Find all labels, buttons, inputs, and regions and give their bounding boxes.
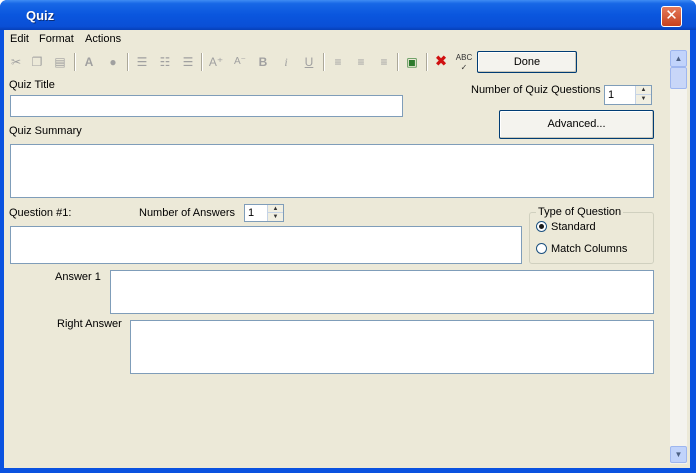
color-icon[interactable]: ● <box>104 53 122 71</box>
scroll-down-icon[interactable]: ▼ <box>670 446 687 463</box>
right-answer-label: Right Answer <box>57 318 122 330</box>
radio-match-columns-label[interactable]: Match Columns <box>551 243 627 255</box>
spellcheck-icon[interactable]: ABC ✓ <box>455 53 473 72</box>
delete-icon[interactable]: ✖ <box>432 53 450 71</box>
done-button[interactable]: Done <box>477 51 577 73</box>
num-answers-stepper[interactable]: 1 ▲ ▼ <box>244 204 284 222</box>
menu-edit[interactable]: Edit <box>10 33 29 45</box>
toolbar-separator <box>127 53 129 71</box>
question-input[interactable] <box>10 226 522 264</box>
menu-bar: Edit Format Actions <box>4 30 690 49</box>
scroll-up-icon[interactable]: ▲ <box>670 50 687 67</box>
quiz-title-label: Quiz Title <box>9 79 55 91</box>
radio-match-columns[interactable] <box>536 243 547 254</box>
toolbar-separator <box>397 53 399 71</box>
paste-icon[interactable]: ▤ <box>51 53 69 71</box>
quiz-window: Quiz ✕ Edit Format Actions ✂ ❐ ▤ A ● ☰ ☷… <box>0 0 696 473</box>
scroll-thumb[interactable] <box>670 67 687 89</box>
num-questions-stepper[interactable]: 1 ▲ ▼ <box>604 85 652 105</box>
num-questions-label: Number of Quiz Questions <box>471 84 601 96</box>
quiz-summary-label: Quiz Summary <box>9 125 82 137</box>
cut-icon[interactable]: ✂ <box>7 53 25 71</box>
right-answer-input[interactable] <box>130 320 654 374</box>
num-answers-label: Number of Answers <box>139 207 235 219</box>
stepper-up-icon[interactable]: ▲ <box>268 205 283 213</box>
italic-icon[interactable]: i <box>277 53 295 71</box>
question-label: Question #1: <box>9 207 72 219</box>
stepper-down-icon[interactable]: ▼ <box>268 213 283 221</box>
decrease-font-icon[interactable]: A⁻ <box>231 53 249 71</box>
toolbar: ✂ ❐ ▤ A ● ☰ ☷ ☰ A⁺ A⁻ B i U ≡ ≡ ≡ ▣ ✖ AB… <box>4 50 668 75</box>
close-button[interactable]: ✕ <box>661 6 682 27</box>
toolbar-separator <box>201 53 203 71</box>
copy-icon[interactable]: ❐ <box>28 53 46 71</box>
align-right-icon[interactable]: ≡ <box>375 53 393 71</box>
toolbar-separator <box>426 53 428 71</box>
advanced-button[interactable]: Advanced... <box>499 110 654 139</box>
quiz-title-input[interactable] <box>10 95 403 117</box>
bold-icon[interactable]: B <box>254 53 272 71</box>
close-icon: ✕ <box>665 7 678 24</box>
answer-1-input[interactable] <box>110 270 654 314</box>
radio-standard-label[interactable]: Standard <box>551 221 596 233</box>
toolbar-separator <box>74 53 76 71</box>
radio-standard[interactable] <box>536 221 547 232</box>
bullet-list-icon[interactable]: ☰ <box>133 53 151 71</box>
insert-icon[interactable]: ▣ <box>403 53 421 71</box>
num-answers-value: 1 <box>248 207 255 219</box>
numbered-list-icon[interactable]: ☷ <box>156 53 174 71</box>
client-area: Edit Format Actions ✂ ❐ ▤ A ● ☰ ☷ ☰ A⁺ A… <box>4 30 690 468</box>
answer-1-label: Answer 1 <box>55 271 101 283</box>
outline-list-icon[interactable]: ☰ <box>179 53 197 71</box>
align-center-icon[interactable]: ≡ <box>352 53 370 71</box>
question-type-group <box>529 212 654 264</box>
align-left-icon[interactable]: ≡ <box>329 53 347 71</box>
quiz-summary-input[interactable] <box>10 144 654 198</box>
toolbar-separator <box>323 53 325 71</box>
vertical-scrollbar[interactable]: ▲ ▼ <box>670 50 687 464</box>
font-icon[interactable]: A <box>80 53 98 71</box>
title-bar[interactable]: Quiz ✕ <box>0 0 696 30</box>
menu-actions[interactable]: Actions <box>85 33 121 45</box>
stepper-up-icon[interactable]: ▲ <box>636 86 651 95</box>
stepper-down-icon[interactable]: ▼ <box>636 95 651 104</box>
question-type-label: Type of Question <box>536 206 624 218</box>
num-questions-value: 1 <box>608 89 615 101</box>
underline-icon[interactable]: U <box>300 53 318 71</box>
increase-font-icon[interactable]: A⁺ <box>207 53 225 71</box>
menu-format[interactable]: Format <box>39 33 74 45</box>
window-title: Quiz <box>26 8 55 23</box>
